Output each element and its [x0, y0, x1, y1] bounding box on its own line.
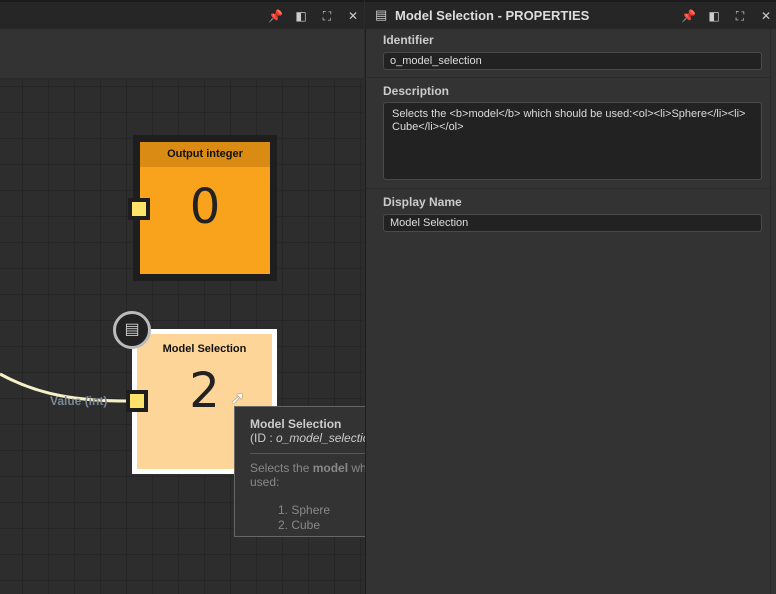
- identifier-input[interactable]: o_model_selection: [383, 52, 762, 70]
- input-port[interactable]: [128, 198, 150, 220]
- port-label: Value (int): [50, 394, 108, 408]
- description-label: Description: [383, 84, 450, 98]
- node-title: Model Selection: [162, 343, 247, 355]
- maximize-icon[interactable]: ⛶: [733, 9, 747, 24]
- node-title: Output integer: [140, 142, 270, 167]
- output-port[interactable]: [126, 390, 148, 412]
- document-icon: ▤: [375, 7, 388, 22]
- display-name-input[interactable]: Model Selection: [383, 214, 762, 232]
- panel-title: Model Selection - PROPERTIES: [395, 8, 590, 23]
- description-textarea[interactable]: Selects the <b>model</b> which should be…: [383, 102, 762, 180]
- dock-icon[interactable]: ◧: [707, 9, 721, 24]
- display-name-label: Display Name: [383, 195, 462, 209]
- properties-panel-header: ▤ Model Selection - PROPERTIES 📌 ◧ ⛶ ✕: [365, 0, 776, 29]
- identifier-label: Identifier: [383, 33, 434, 47]
- node-value: 0: [140, 167, 270, 274]
- output-integer-node[interactable]: Output integer 0: [133, 135, 277, 281]
- close-icon[interactable]: ✕: [759, 9, 773, 24]
- scrollbar[interactable]: [770, 29, 771, 594]
- properties-panel: Identifier o_model_selection Description…: [365, 29, 776, 594]
- document-icon[interactable]: ▤: [113, 311, 151, 349]
- pin-icon[interactable]: 📌: [681, 9, 696, 24]
